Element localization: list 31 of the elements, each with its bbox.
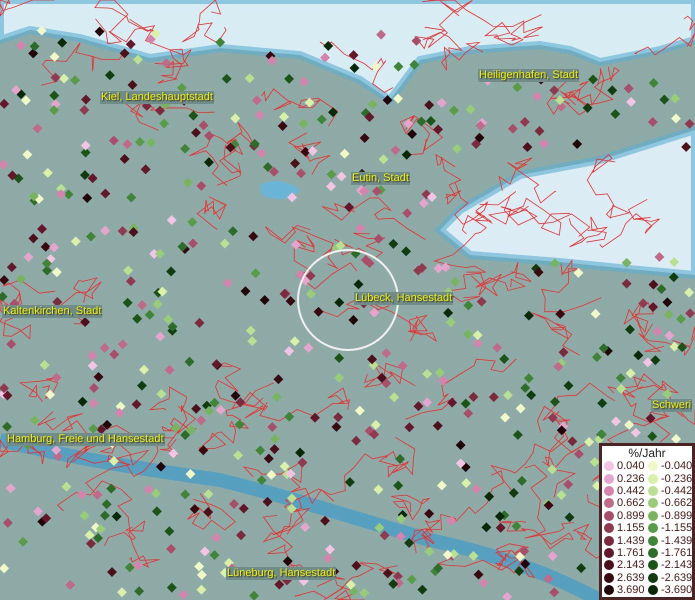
place-label: Hamburg, Freie und Hansestadt bbox=[6, 433, 165, 446]
legend-value: 2.143 bbox=[617, 559, 645, 572]
legend-value: 1.439 bbox=[617, 534, 645, 547]
legend-value: -2.143 bbox=[661, 559, 692, 572]
legend-value: -0.236 bbox=[661, 472, 692, 485]
legend-value: 3.690 bbox=[617, 584, 645, 596]
place-label: Lübeck, Hansestadt bbox=[354, 292, 454, 305]
legend-value: 0.899 bbox=[617, 510, 645, 522]
legend-value: 0.662 bbox=[617, 497, 645, 510]
legend-value: -0.662 bbox=[661, 497, 692, 510]
place-label: Schweri bbox=[651, 399, 692, 412]
legend-title: %/Jahr bbox=[627, 446, 667, 460]
legend-value: -0.442 bbox=[661, 484, 692, 497]
legend-value: -2.639 bbox=[661, 572, 692, 584]
place-label: Kiel, Landeshauptstadt bbox=[100, 91, 214, 104]
legend-value: -0.899 bbox=[661, 510, 692, 522]
legend-value: -3.690 bbox=[661, 584, 692, 596]
legend-value: 1.761 bbox=[617, 546, 645, 559]
legend-value: 0.040 bbox=[617, 460, 645, 472]
legend-value: 2.639 bbox=[617, 572, 645, 584]
place-label: Lüneburg, Hansestadt bbox=[226, 567, 336, 580]
place-label: Kaltenkirchen, Stadt bbox=[2, 305, 102, 318]
place-label: Eutin, Stadt bbox=[351, 172, 410, 185]
legend-value: 0.236 bbox=[617, 472, 645, 485]
legend-value: 1.155 bbox=[617, 522, 645, 534]
place-label: Heiligenhafen, Stadt bbox=[478, 69, 580, 82]
legend-value: -1.155 bbox=[661, 522, 692, 534]
legend-value: -1.761 bbox=[661, 546, 692, 559]
legend-value: -1.439 bbox=[661, 534, 692, 547]
legend-value: -0.040 bbox=[661, 460, 692, 472]
legend-value: 0.442 bbox=[617, 484, 645, 497]
